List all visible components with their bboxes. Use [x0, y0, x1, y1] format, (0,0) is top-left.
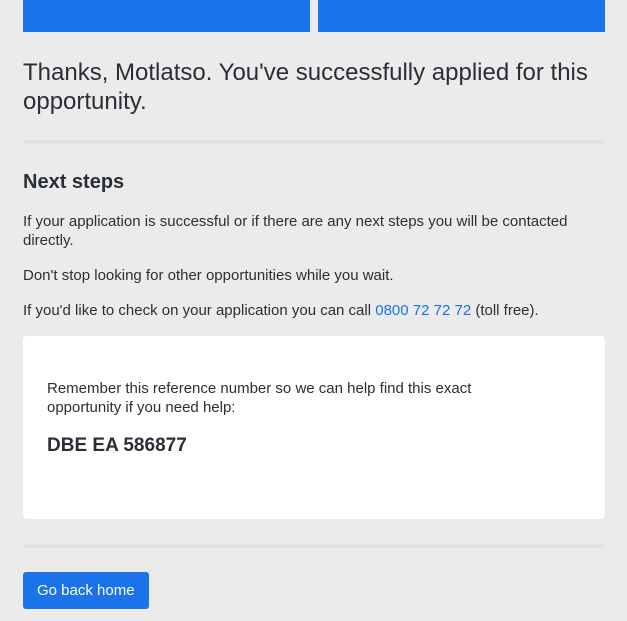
next-steps-title: Next steps	[23, 171, 125, 193]
next-steps-paragraph-1: If your application is successful or if …	[23, 213, 568, 249]
reference-card: Remember this reference number so we can…	[23, 336, 605, 519]
call-text-prefix: If you'd like to check on your applicati…	[23, 302, 376, 319]
confirmation-page: Thanks, Motlatso. You've successfully ap…	[23, 0, 605, 609]
next-steps-paragraph-2: Don't stop looking for other opportuniti…	[23, 267, 394, 284]
phone-number-link[interactable]: 0800 72 72 72	[375, 302, 471, 319]
call-text-suffix: (toll free).	[471, 302, 539, 319]
confirmation-headline: Thanks, Motlatso. You've successfully ap…	[23, 59, 588, 115]
divider	[23, 140, 605, 144]
divider-bottom	[23, 544, 605, 548]
go-back-home-button[interactable]: Go back home	[23, 572, 149, 609]
progress-segment-2	[318, 0, 605, 32]
progress-bar	[23, 0, 605, 32]
progress-segment-1	[23, 0, 310, 32]
reference-card-text: Remember this reference number so we can…	[47, 380, 472, 416]
next-steps-paragraph-3: If you'd like to check on your applicati…	[23, 301, 605, 320]
reference-number: DBE EA 586877	[47, 435, 187, 456]
